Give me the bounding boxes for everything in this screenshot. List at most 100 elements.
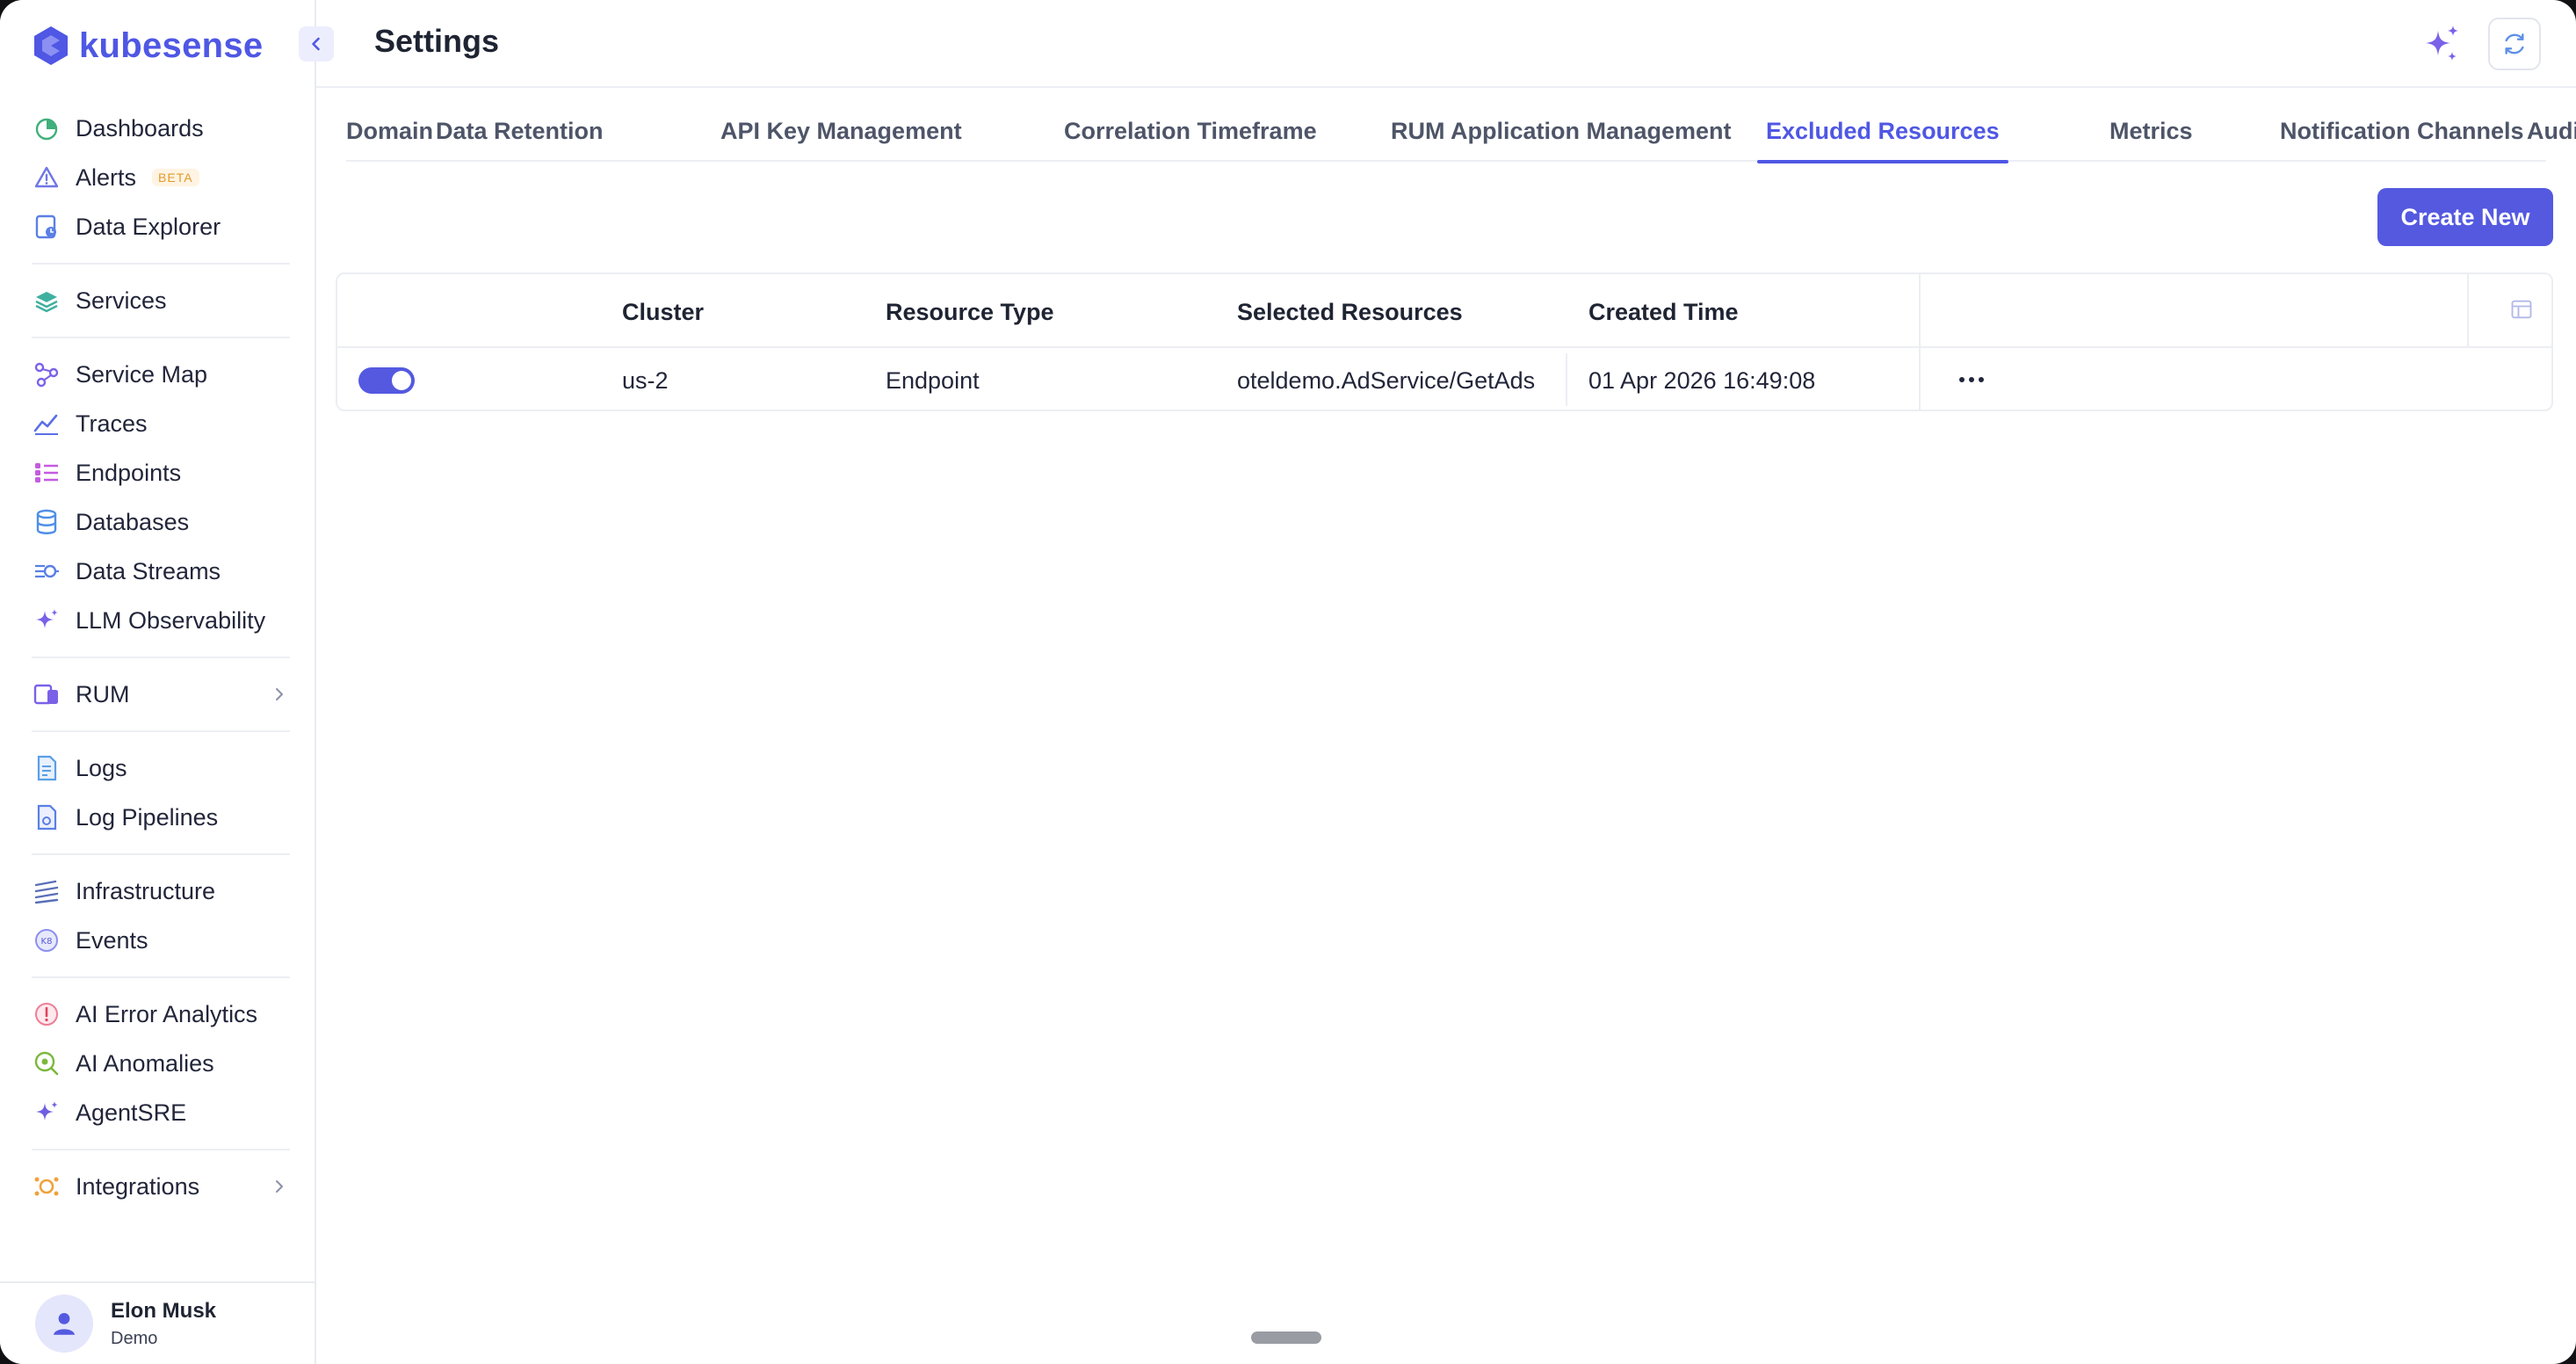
sidebar-item-endpoints[interactable]: Endpoints <box>32 448 290 497</box>
collapse-sidebar-button[interactable] <box>299 26 334 62</box>
chevron-right-icon <box>269 1174 290 1199</box>
cell-resource-type: Endpoint <box>886 367 980 394</box>
sidebar-item-events[interactable]: K8 Events <box>32 916 290 965</box>
column-header-resource-type[interactable]: Resource Type <box>886 299 1054 326</box>
brand-logo[interactable]: kubesense <box>32 23 263 69</box>
sidebar-item-logs[interactable]: Logs <box>32 744 290 793</box>
traces-icon <box>32 409 62 439</box>
tab-notification-channels[interactable]: Notification Channels <box>2280 109 2524 162</box>
tab-audit-logs[interactable]: Audit Logs <box>2527 109 2576 162</box>
sidebar-item-dashboards[interactable]: Dashboards <box>32 104 290 153</box>
sidebar-item-label: AI Error Analytics <box>76 1000 258 1027</box>
sidebar-item-label: Events <box>76 926 148 954</box>
tab-rum-application-management[interactable]: RUM Application Management <box>1391 109 1732 162</box>
cell-selected-resources: oteldemo.AdService/GetAds <box>1237 367 1536 394</box>
sidebar-item-databases[interactable]: Databases <box>32 497 290 547</box>
nav-divider <box>32 657 290 658</box>
column-header-cluster[interactable]: Cluster <box>622 299 704 326</box>
sidebar-item-label: Traces <box>76 410 148 437</box>
sidebar-item-llm-observability[interactable]: LLM Observability <box>32 596 290 645</box>
brand-name: kubesense <box>79 25 264 65</box>
nav-divider <box>32 976 290 978</box>
beta-badge: BETA <box>152 169 199 186</box>
create-new-button[interactable]: Create New <box>2377 188 2553 246</box>
column-settings-button[interactable] <box>2506 294 2537 325</box>
sidebar-item-data-explorer[interactable]: Data Explorer <box>32 202 290 251</box>
excluded-resources-table: Cluster Resource Type Selected Resources… <box>336 272 2553 411</box>
column-header-selected-resources[interactable]: Selected Resources <box>1237 299 1463 326</box>
nav-divider <box>32 263 290 265</box>
sidebar-item-agentsre[interactable]: AgentSRE <box>32 1088 290 1137</box>
header-row-divider <box>337 346 2551 348</box>
header-divider <box>316 86 2576 88</box>
service-map-icon <box>32 359 62 389</box>
column-header-created-time[interactable]: Created Time <box>1588 299 1739 326</box>
tab-excluded-resources[interactable]: Excluded Resources <box>1757 109 2008 163</box>
tab-domain[interactable]: Domain <box>346 109 433 162</box>
kubesense-logo-icon <box>34 26 68 65</box>
sidebar-item-label: Integrations <box>76 1172 200 1200</box>
sidebar-item-label: Alerts <box>76 163 137 191</box>
error-analytics-icon <box>32 999 62 1029</box>
logs-icon <box>32 753 62 783</box>
row-actions-button[interactable] <box>1945 362 1998 397</box>
toggle-knob <box>392 371 411 390</box>
refresh-icon <box>2505 33 2524 54</box>
rum-icon <box>32 679 62 709</box>
sidebar-item-label: AgentSRE <box>76 1099 187 1126</box>
anomalies-icon <box>32 1048 62 1078</box>
sidebar-item-rum[interactable]: RUM <box>32 670 290 719</box>
user-role: Demo <box>111 1328 158 1348</box>
sidebar-item-integrations[interactable]: Integrations <box>32 1162 290 1211</box>
sidebar-item-service-map[interactable]: Service Map <box>32 350 290 399</box>
sidebar-item-label: Dashboards <box>76 114 204 141</box>
user-profile[interactable]: Elon Musk Demo <box>0 1281 315 1364</box>
alert-icon <box>32 163 62 192</box>
sidebar-item-label: Data Explorer <box>76 213 221 240</box>
data-explorer-icon <box>32 212 62 242</box>
scroll-handle[interactable] <box>1251 1331 1321 1344</box>
user-icon <box>53 1312 76 1335</box>
column-divider <box>1919 274 1921 411</box>
sidebar-item-data-streams[interactable]: Data Streams <box>32 547 290 596</box>
dashboard-icon <box>32 113 62 143</box>
sidebar-nav: Dashboards Alerts BETA Data Explorer Service… <box>32 104 290 1211</box>
column-divider <box>1566 353 1567 406</box>
agent-sre-icon <box>32 1098 62 1128</box>
endpoints-icon <box>32 458 62 488</box>
sidebar-item-label: Data Streams <box>76 557 221 584</box>
nav-divider <box>32 853 290 855</box>
sidebar-item-traces[interactable]: Traces <box>32 399 290 448</box>
chevron-left-icon <box>312 37 320 51</box>
column-divider <box>2467 274 2469 346</box>
ai-assistant-button[interactable] <box>2418 21 2465 69</box>
nav-divider <box>32 337 290 338</box>
page-title: Settings <box>374 23 500 59</box>
tab-metrics[interactable]: Metrics <box>2109 109 2193 162</box>
sidebar-item-infrastructure[interactable]: Infrastructure <box>32 867 290 916</box>
tab-api-key-management[interactable]: API Key Management <box>720 109 962 162</box>
sidebar-item-ai-anomalies[interactable]: AI Anomalies <box>32 1039 290 1088</box>
sidebar-item-label: Databases <box>76 508 190 535</box>
cell-created-time: 01 Apr 2026 16:49:08 <box>1588 367 1816 394</box>
services-icon <box>32 286 62 316</box>
table-columns-icon <box>2511 300 2532 319</box>
more-horizontal-icon <box>1959 377 1984 382</box>
tab-correlation-timeframe[interactable]: Correlation Timeframe <box>1064 109 1317 162</box>
sidebar-item-label: Endpoints <box>76 459 182 486</box>
enabled-toggle[interactable] <box>358 367 415 394</box>
sidebar-item-log-pipelines[interactable]: Log Pipelines <box>32 793 290 842</box>
sparkle-icon <box>2426 25 2458 61</box>
nav-divider <box>32 1149 290 1150</box>
sidebar-item-label: Logs <box>76 754 127 781</box>
sidebar-item-label: AI Anomalies <box>76 1049 214 1077</box>
tab-data-retention[interactable]: Data Retention <box>436 109 604 162</box>
sidebar-item-services[interactable]: Services <box>32 276 290 325</box>
sidebar-item-label: Service Map <box>76 360 208 388</box>
sidebar-item-label: RUM <box>76 680 130 707</box>
sidebar-item-ai-error-analytics[interactable]: AI Error Analytics <box>32 990 290 1039</box>
refresh-button[interactable] <box>2488 18 2541 70</box>
nav-divider <box>32 730 290 732</box>
user-name: Elon Musk <box>111 1298 217 1323</box>
sidebar-item-alerts[interactable]: Alerts BETA <box>32 153 290 202</box>
